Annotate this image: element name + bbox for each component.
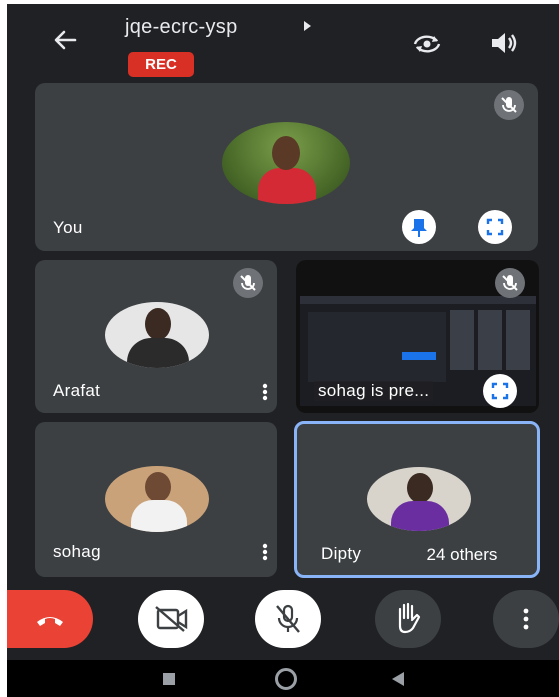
mic-off-icon (502, 275, 518, 291)
mic-off-icon (240, 275, 256, 291)
meeting-code[interactable]: jqe-ecrc-ysp (125, 16, 238, 39)
avatar-head (145, 472, 171, 502)
end-call-icon (37, 617, 63, 626)
speaker-icon[interactable] (489, 30, 519, 56)
recording-badge: REC (128, 52, 194, 77)
raise-hand-button[interactable] (375, 590, 441, 648)
avatar-head (407, 473, 433, 503)
avatar-saree (391, 501, 449, 531)
fullscreen-icon (486, 218, 504, 236)
fullscreen-button[interactable] (483, 374, 517, 408)
mic-off-icon (501, 97, 517, 113)
mic-off-badge (495, 268, 525, 298)
camera-off-icon (155, 606, 188, 632)
mic-off-badge (233, 268, 263, 298)
more-options-button[interactable] (493, 590, 559, 648)
back-arrow-icon[interactable] (51, 26, 79, 54)
fullscreen-icon (491, 382, 509, 400)
screen-highlight (402, 352, 436, 360)
avatar-shirt (131, 500, 187, 532)
pin-icon (411, 219, 427, 237)
mic-off-badge (494, 90, 524, 120)
participant-tile-you[interactable]: You (35, 83, 538, 251)
participant-tile-sohag[interactable]: sohag (35, 422, 277, 577)
more-vert-icon[interactable] (262, 383, 268, 401)
system-nav-bar (7, 660, 559, 697)
avatar-head (272, 136, 300, 170)
participant-name: Dipty (321, 544, 362, 563)
participant-name: You (53, 218, 83, 237)
avatar-shirt (258, 168, 316, 204)
avatar-head (145, 308, 171, 340)
fullscreen-button[interactable] (478, 210, 512, 244)
switch-camera-icon[interactable] (411, 30, 443, 58)
avatar-body (127, 338, 189, 368)
others-count-pill[interactable]: 24 others (393, 538, 531, 572)
more-vert-icon[interactable] (262, 543, 268, 561)
participant-tile-arafat[interactable]: Arafat (35, 260, 277, 413)
meet-app: jqe-ecrc-ysp REC You Arafat sohag is pre… (7, 4, 559, 697)
participant-name: Arafat (53, 381, 101, 400)
top-bar: jqe-ecrc-ysp REC (7, 4, 559, 80)
avatar (222, 122, 350, 204)
presenter-label: sohag is pre... (314, 381, 434, 401)
raise-hand-icon (398, 602, 421, 634)
presentation-tile[interactable]: sohag is pre... (296, 260, 539, 413)
participant-tile-dipty[interactable]: Dipty 24 others (294, 421, 540, 578)
avatar (105, 302, 209, 368)
more-vert-icon (523, 608, 529, 630)
back-triangle-icon[interactable] (389, 670, 407, 688)
recents-square-icon[interactable] (161, 671, 177, 687)
screen-grid (450, 310, 532, 370)
avatar (105, 466, 209, 532)
play-triangle-icon[interactable] (304, 21, 311, 31)
avatar (367, 467, 471, 531)
call-controls (7, 590, 559, 650)
end-call-button[interactable] (7, 590, 93, 648)
pin-button[interactable] (402, 210, 436, 244)
participant-name: sohag (53, 542, 101, 561)
home-circle-icon[interactable] (273, 666, 299, 692)
camera-toggle-button[interactable] (138, 590, 204, 648)
mic-toggle-button[interactable] (255, 590, 321, 648)
screen-panel (308, 312, 446, 382)
mic-off-icon (276, 604, 300, 633)
